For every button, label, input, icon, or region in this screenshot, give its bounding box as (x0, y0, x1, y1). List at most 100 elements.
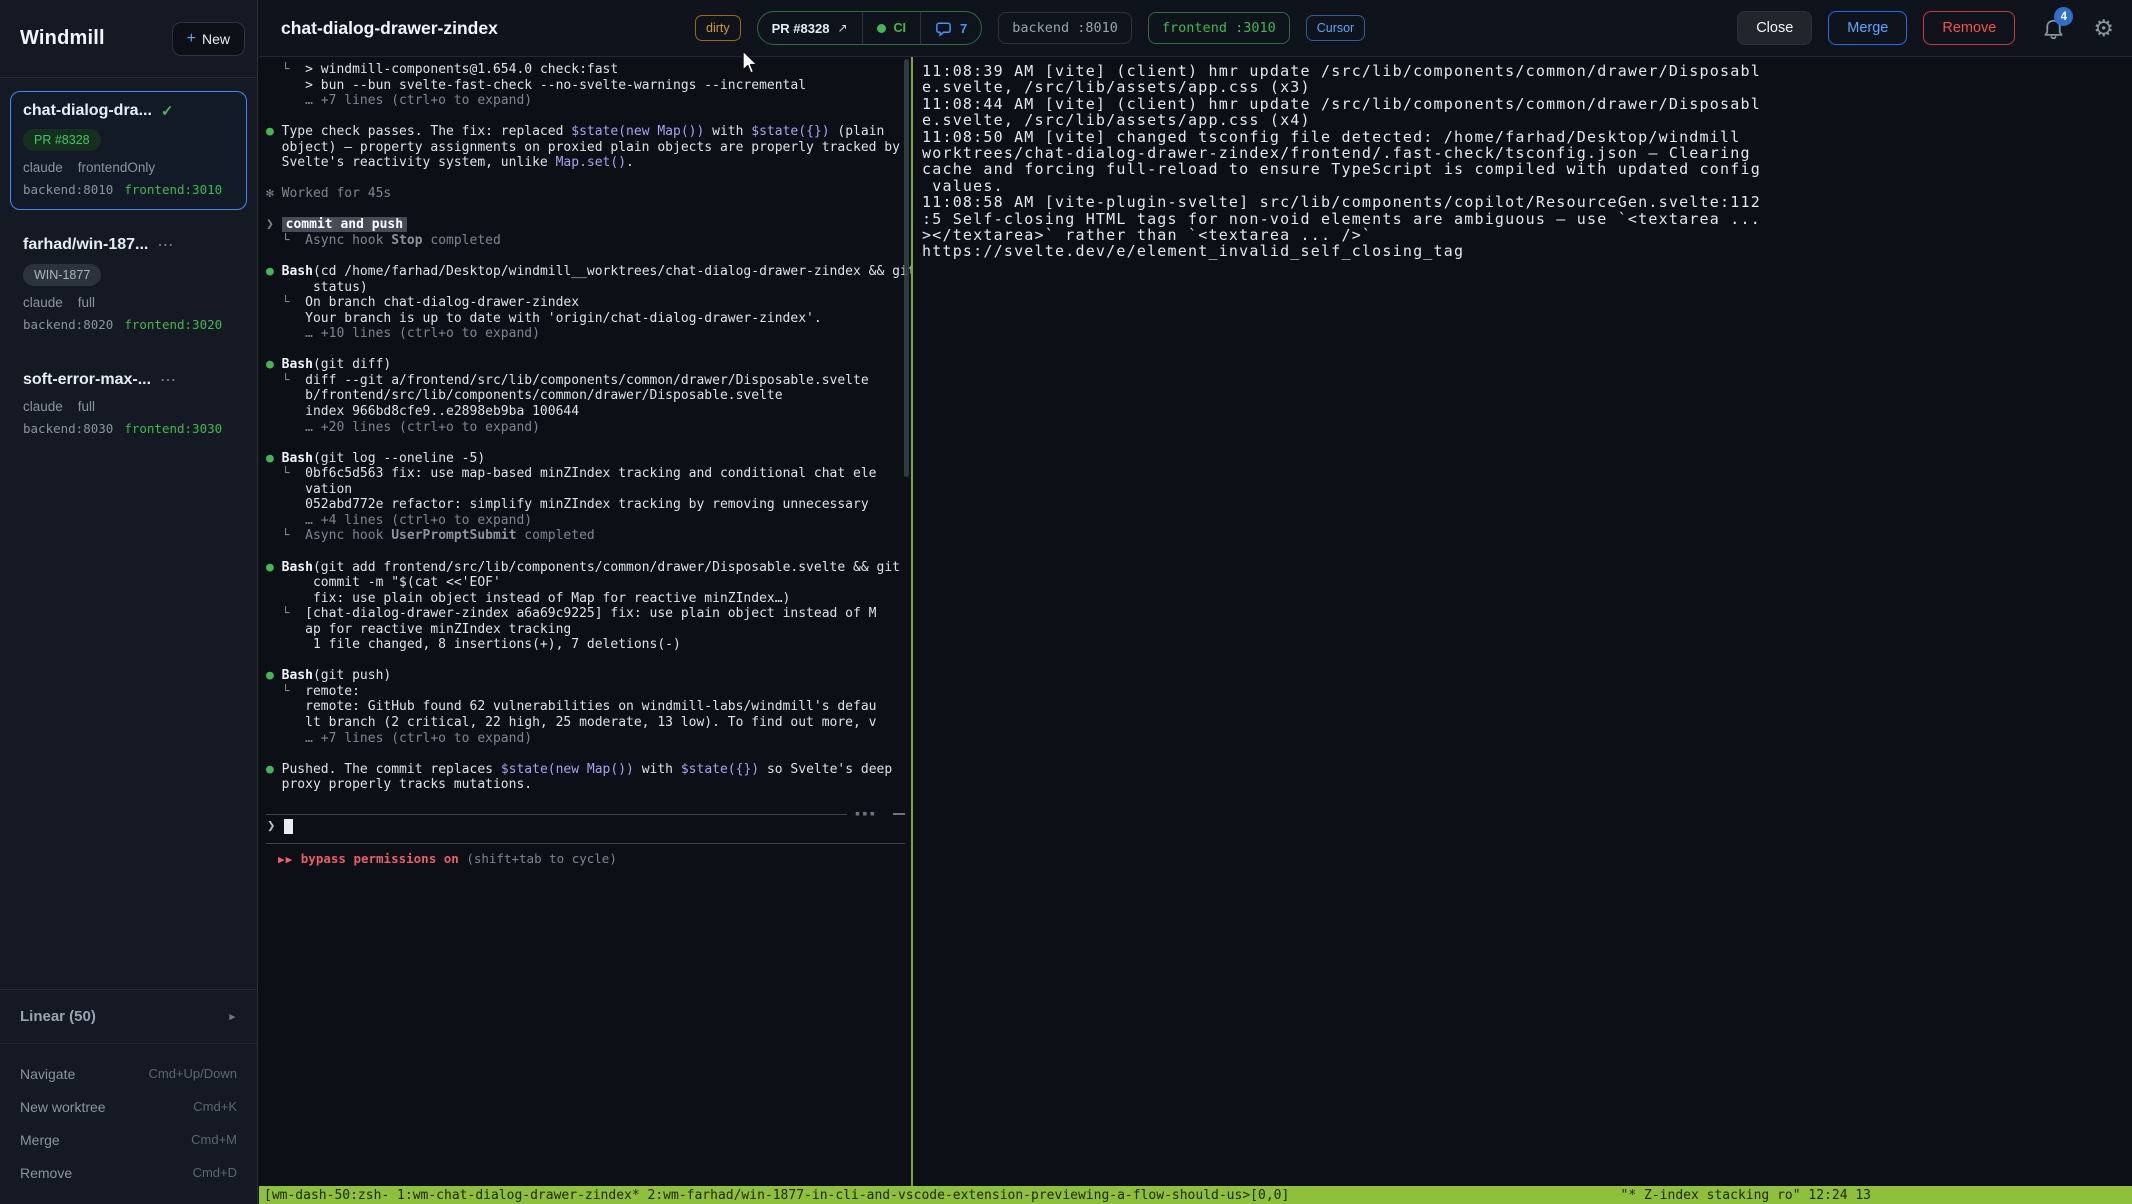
prompt-chevron-icon: ❯ (267, 818, 275, 834)
terminal-line: proxy properly tracks mutations. (266, 777, 911, 793)
terminal-line: 1 file changed, 8 insertions(+), 7 delet… (266, 637, 911, 653)
terminal-line: index 966bd8cfe9..e2898eb9ba 100644 (266, 404, 911, 420)
shortcut-label: Merge (20, 1132, 60, 1148)
notification-count-badge: 4 (2054, 7, 2073, 26)
log-line: values. (922, 178, 2130, 194)
terminal-output: └ > windmill-components@1.654.0 check:fa… (259, 57, 911, 793)
cursor-badge[interactable]: Cursor (1306, 15, 1366, 41)
worktree-ports: backend:8020frontend:3020 (23, 317, 234, 332)
log-line: 11:08:50 AM [vite] changed tsconfig file… (922, 129, 2130, 145)
settings-gear-icon[interactable]: ⚙ (2093, 17, 2114, 40)
terminal-line (266, 249, 911, 265)
backend-port-badge[interactable]: backend :8010 (998, 12, 1132, 44)
input-separator-top: ▪▪▪ (266, 809, 905, 819)
terminal-line: > bun --bun svelte-fast-check --no-svelt… (266, 78, 911, 94)
notifications-button[interactable]: 4 (2041, 15, 2067, 41)
terminal-line (266, 544, 911, 560)
separator-line (266, 814, 847, 815)
scrollbar-thumb[interactable] (904, 59, 909, 477)
text-cursor (284, 819, 293, 834)
terminal-line (266, 746, 911, 762)
terminal-line: └ [chat-dialog-drawer-zindex a6a69c9225]… (266, 606, 911, 622)
shortcut-keys: Cmd+M (191, 1132, 237, 1147)
log-line: worktrees/chat-dialog-drawer-zindex/fron… (922, 145, 2130, 161)
worktree-ports: backend:8030frontend:3030 (23, 421, 234, 436)
terminal-line (266, 171, 911, 187)
shortcut-keys: Cmd+K (193, 1099, 237, 1114)
terminal-line: ● Pushed. The commit replaces $state(new… (266, 762, 911, 778)
pr-number-label: PR #8328 (772, 21, 830, 36)
cycle-hint: (shift+tab to cycle) (466, 851, 617, 866)
terminal-line: vation (266, 482, 911, 498)
terminal-line: object) — property assignments on proxie… (266, 140, 911, 156)
terminal-line: └ > windmill-components@1.654.0 check:fa… (266, 62, 911, 78)
terminal-line: ● Bash(git push) (266, 668, 911, 684)
tmux-status-right: "* Z-index stacking ro" 12:24 13 (1621, 1188, 1871, 1203)
plus-icon: + (187, 31, 196, 47)
ci-status[interactable]: CI (862, 12, 921, 44)
drag-handle-dots-icon[interactable]: ▪▪▪ (855, 809, 877, 819)
agent-label: claude (23, 399, 63, 414)
linear-section-toggle[interactable]: Linear (50) ▸ (0, 989, 257, 1044)
terminal-line: … +20 lines (ctrl+o to expand) (266, 420, 911, 436)
terminal-line: ✻ Worked for 45s (266, 186, 911, 202)
keyboard-shortcuts: NavigateCmd+Up/DownNew worktreeCmd+KMerg… (0, 1044, 257, 1204)
terminal-prompt[interactable]: ❯ (267, 818, 293, 834)
terminal-line: Your branch is up to date with 'origin/c… (266, 311, 911, 327)
more-menu-icon[interactable]: ⋯ (157, 235, 174, 255)
terminal-line: └ diff --git a/frontend/src/lib/componen… (266, 373, 911, 389)
worktree-card[interactable]: farhad/win-187... ⋯ WIN-1877 claudefull back… (10, 224, 247, 345)
log-line: 11:08:39 AM [vite] (client) hmr update /… (922, 63, 2130, 79)
terminal-line: ap for reactive minZIndex tracking (266, 622, 911, 638)
log-line: ></textarea>` rather than `<textarea ...… (922, 227, 2130, 243)
new-worktree-button[interactable]: + New (172, 22, 245, 56)
terminal-line (266, 342, 911, 358)
pr-comments[interactable]: 7 (920, 12, 981, 44)
terminal-line (266, 109, 911, 125)
terminal-line: └ Async hook Stop completed (266, 233, 911, 249)
close-button[interactable]: Close (1737, 11, 1812, 45)
external-link-icon: ↗ (837, 21, 847, 35)
frontend-port: frontend:3010 (124, 182, 222, 197)
worktree-card[interactable]: chat-dialog-dra...✓PR #8328claudefronten… (10, 91, 247, 210)
log-line: e.svelte, /src/lib/assets/app.css (x3) (922, 79, 2130, 95)
terminal-line: b/frontend/src/lib/components/common/dra… (266, 388, 911, 404)
frontend-port-badge[interactable]: frontend :3010 (1148, 12, 1290, 44)
permission-mode-indicator: ▶▶ bypass permissions on (shift+tab to c… (278, 851, 617, 866)
worktree-title: farhad/win-187... (23, 236, 148, 254)
terminal-line: … +4 lines (ctrl+o to expand) (266, 513, 911, 529)
worktree-title: chat-dialog-dra... (23, 102, 152, 120)
terminal-line: ● Bash(git add frontend/src/lib/componen… (266, 560, 911, 576)
log-line: https://svelte.dev/e/element_invalid_sel… (922, 243, 2130, 259)
terminal-line: … +10 lines (ctrl+o to expand) (266, 326, 911, 342)
worktree-title-row: soft-error-max-...⋯ (23, 370, 234, 390)
mode-label: full (78, 399, 95, 414)
shortcut-row: Navigate Cmd+Up/Down (20, 1057, 237, 1090)
input-separator-bottom (266, 843, 905, 844)
dirty-badge: dirty (695, 15, 741, 41)
worktree-meta: claudefrontendOnly (23, 160, 234, 175)
shortcut-label: Navigate (20, 1066, 75, 1082)
app-title: Windmill (20, 27, 105, 50)
worktree-badge: WIN-1877 (23, 264, 101, 286)
worktree-meta: claudefull (23, 295, 234, 310)
shortcut-label: Remove (20, 1165, 72, 1181)
terminal-line: commit -m "$(cat <<'EOF' (266, 575, 911, 591)
remove-button[interactable]: Remove (1923, 11, 2015, 45)
mode-label: full (78, 295, 95, 310)
more-menu-icon[interactable]: ⋯ (160, 370, 177, 390)
pr-link[interactable]: PR #8328 ↗ (758, 12, 862, 44)
claude-terminal-pane[interactable]: └ > windmill-components@1.654.0 check:fa… (259, 57, 911, 1186)
merge-button[interactable]: Merge (1828, 11, 1907, 45)
bell-icon (2041, 28, 2066, 45)
worktree-card[interactable]: soft-error-max-...⋯ claude full backend:803… (10, 359, 247, 449)
terminal-line: └ On branch chat-dialog-drawer-zindex (266, 295, 911, 311)
terminal-line: ● Bash(cd /home/farhad/Desktop/windmill_… (266, 264, 911, 280)
tmux-pane-divider[interactable] (911, 57, 913, 1186)
vite-log-pane[interactable]: 11:08:39 AM [vite] (client) hmr update /… (917, 57, 2132, 1186)
shortcut-keys: Cmd+Up/Down (148, 1066, 237, 1081)
agent-label: claude (23, 160, 63, 175)
shortcut-row: Merge Cmd+M (20, 1123, 237, 1156)
sidebar-bottom: Linear (50) ▸ NavigateCmd+Up/DownNew wor… (0, 989, 257, 1204)
tmux-status-bar: [wm-dash-50:zsh- 1:wm-chat-dialog-drawer… (259, 1186, 2132, 1204)
